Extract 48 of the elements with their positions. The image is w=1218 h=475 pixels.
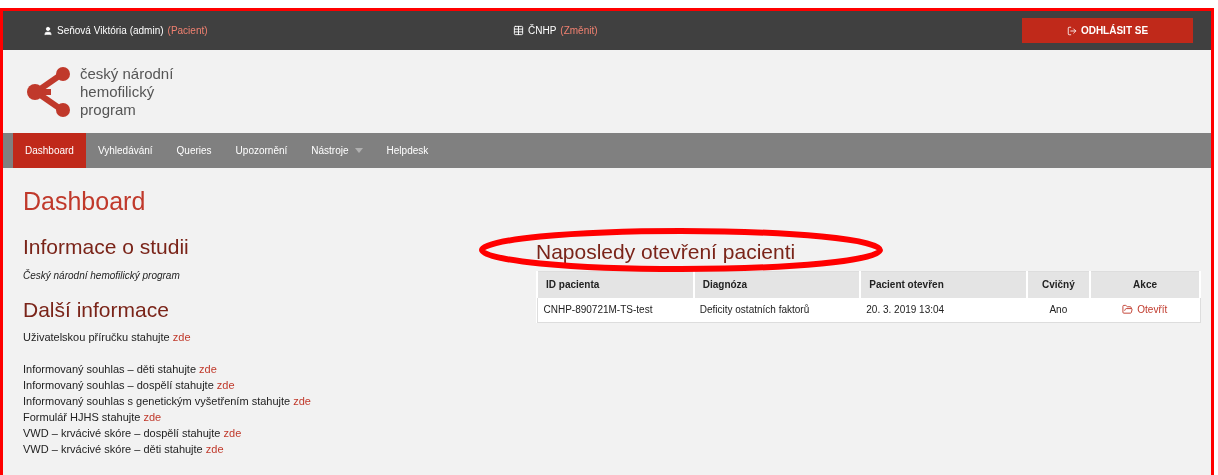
download-text: Informovaný souhlas – děti stahujte zde — [23, 362, 218, 377]
download-link[interactable]: zde — [205, 443, 224, 455]
download-text: Informovaný souhlas – dospělí stahujte zde — [23, 378, 236, 393]
user-icon — [43, 25, 53, 36]
logout-button[interactable]: ODHLÁSIT SE — [1022, 18, 1193, 43]
download-text: Uživatelskou příručku stahujte zde — [23, 330, 192, 345]
nav-tab[interactable]: Nástroje — [299, 133, 375, 168]
table-cell: Deficity ostatních faktorů — [693, 297, 861, 322]
download-link[interactable]: zde — [223, 427, 242, 439]
download-link[interactable]: zde — [172, 331, 191, 343]
download-text: VWD – krvácivé skóre – dospělí stahujte zde — [23, 426, 243, 441]
nav-tab[interactable]: Dashboard — [13, 133, 86, 168]
logo-text: český národní — [80, 64, 174, 83]
download-link[interactable]: zde — [143, 411, 162, 423]
download-text: Informovaný souhlas s genetickým vyšetřením stahujte zde — [23, 394, 312, 409]
folder-icon — [1122, 303, 1134, 315]
column-header: ID pacienta — [537, 271, 694, 298]
table-cell: 20. 3. 2019 13:04 — [860, 297, 1027, 322]
column-header: Akce — [1090, 271, 1200, 298]
table-icon — [513, 25, 524, 36]
download-link[interactable]: zde — [293, 395, 311, 407]
table-cell: Ano — [1026, 297, 1091, 322]
logo-icon — [26, 65, 72, 118]
download-link[interactable]: zde — [216, 379, 235, 391]
column-header: Pacient otevřen — [860, 271, 1027, 298]
open-link[interactable]: Otevřít — [1122, 301, 1168, 317]
nav-tab[interactable]: Queries — [164, 133, 224, 168]
table-cell: CNHP-890721M-TS-test — [537, 297, 694, 322]
section-heading: Další informace — [23, 297, 170, 323]
download-text: Formulář HJHS stahujte zde — [23, 410, 163, 425]
program-name: ČNHP — [528, 23, 557, 38]
nav-tab[interactable]: Helpdesk — [374, 133, 441, 168]
logo-text: hemofilický — [80, 82, 156, 101]
study-name: Český národní hemofilický program — [23, 268, 181, 283]
page-title: Dashboard — [23, 186, 147, 216]
section-heading: Informace o studii — [23, 234, 190, 260]
column-header: Cvičný — [1026, 271, 1091, 298]
logo-text: program — [80, 100, 137, 119]
column-header: Diagnóza — [693, 271, 861, 298]
download-link[interactable]: zde — [199, 363, 217, 375]
section-heading: Naposledy otevření pacienti — [536, 239, 796, 265]
download-text: VWD – krvácivé skóre – děti stahujte zde — [23, 442, 225, 457]
nav-tab[interactable]: Upozornění — [223, 133, 300, 168]
role-link[interactable]: (Pacient) — [167, 23, 208, 38]
change-link[interactable]: (Změnit) — [560, 23, 598, 38]
logout-icon — [1066, 25, 1077, 36]
nav-tab[interactable]: Vyhledávání — [85, 133, 165, 168]
user-name: Seňová Viktória (admin) — [57, 24, 164, 38]
